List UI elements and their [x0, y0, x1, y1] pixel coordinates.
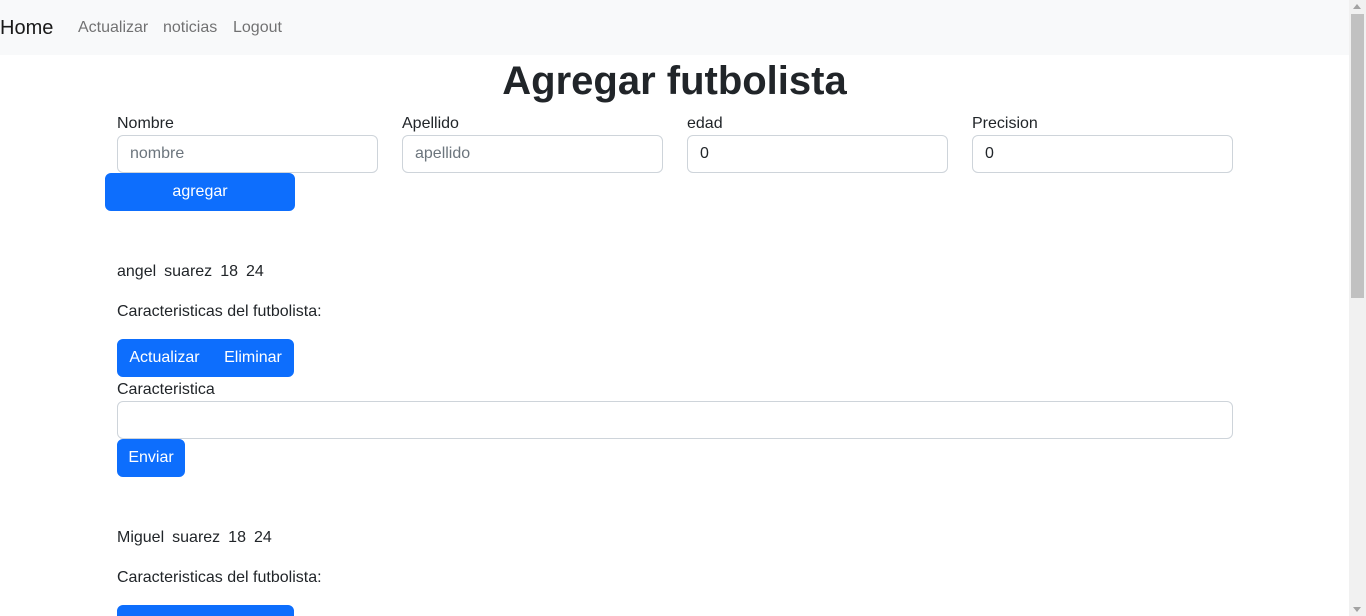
- characteristics-heading: Caracteristicas del futbolista:: [117, 303, 322, 320]
- scroll-down-arrow-icon[interactable]: [1353, 607, 1361, 612]
- player-edad: 18: [220, 263, 238, 280]
- scrollbar-thumb[interactable]: [1351, 14, 1364, 298]
- nav-brand-home[interactable]: Home: [0, 15, 53, 41]
- eliminar-button[interactable]: Eliminar: [212, 605, 294, 616]
- edad-label: edad: [687, 115, 723, 132]
- actualizar-button[interactable]: Actualizar: [117, 605, 212, 616]
- edad-input[interactable]: [687, 135, 948, 173]
- nav-link-actualizar[interactable]: Actualizar: [78, 17, 148, 39]
- characteristic-label: Caracteristica: [117, 381, 215, 398]
- agregar-button[interactable]: agregar: [105, 173, 295, 211]
- player-apellido: suarez: [172, 529, 221, 546]
- nombre-input[interactable]: [117, 135, 378, 173]
- actualizar-button[interactable]: Actualizar: [117, 339, 212, 377]
- player-apellido: suarez: [164, 263, 213, 280]
- scroll-up-arrow-icon[interactable]: [1353, 4, 1361, 9]
- player-nombre: Miguel: [117, 529, 165, 546]
- nav-link-noticias[interactable]: noticias: [163, 17, 217, 39]
- apellido-label: Apellido: [402, 115, 459, 132]
- nav-link-logout[interactable]: Logout: [233, 17, 282, 39]
- apellido-input[interactable]: [402, 135, 663, 173]
- precision-label: Precision: [972, 115, 1038, 132]
- precision-input[interactable]: [972, 135, 1233, 173]
- navbar: Home Actualizar noticias Logout: [0, 0, 1349, 55]
- player-info: angel suarez 18 24: [117, 262, 272, 282]
- enviar-button[interactable]: Enviar: [117, 439, 185, 477]
- player-nombre: angel: [117, 263, 157, 280]
- nombre-label: Nombre: [117, 115, 174, 132]
- eliminar-button[interactable]: Eliminar: [212, 339, 294, 377]
- player-precision: 24: [253, 529, 272, 546]
- characteristics-heading: Caracteristicas del futbolista:: [117, 569, 322, 586]
- player-precision: 24: [245, 263, 264, 280]
- page-title: Agregar futbolista: [502, 59, 847, 103]
- page-scrollbar[interactable]: [1349, 0, 1366, 616]
- characteristic-input[interactable]: [117, 401, 1233, 439]
- player-info: Miguel suarez 18 24: [117, 528, 280, 548]
- player-edad: 18: [228, 529, 246, 546]
